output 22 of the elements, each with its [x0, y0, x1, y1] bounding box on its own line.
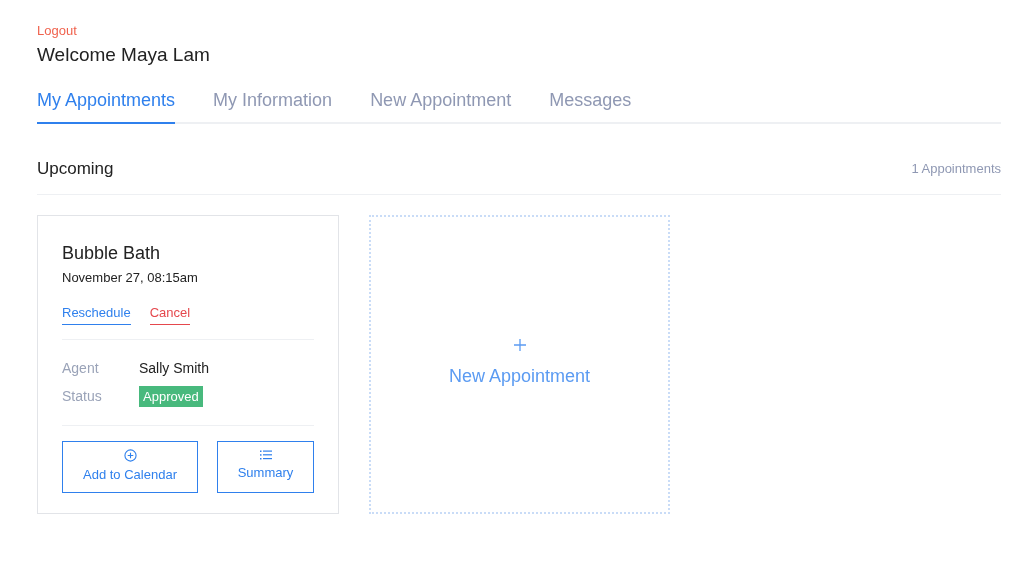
cancel-link[interactable]: Cancel	[149, 303, 191, 325]
list-icon	[259, 450, 272, 461]
tab[interactable]: Messages	[549, 87, 632, 124]
appointment-count: 1 Appointments	[911, 160, 1001, 178]
action-button[interactable]: Add to Calendar	[62, 440, 198, 493]
action-button[interactable]: Summary	[217, 440, 314, 493]
tab[interactable]: My Appointments	[37, 87, 176, 124]
plus-icon	[513, 338, 526, 351]
welcome-heading: Welcome Maya Lam	[37, 43, 211, 67]
appointment-datetime: November 27, 08:15am	[62, 268, 199, 287]
tab[interactable]: My Information	[213, 87, 333, 124]
plus-circle-icon	[123, 448, 137, 462]
field-label: Agent	[62, 359, 100, 378]
section-title: Upcoming	[37, 158, 114, 180]
logout-link[interactable]: Logout	[37, 22, 987, 40]
tab[interactable]: New Appointment	[370, 87, 512, 124]
status-badge: Approved	[139, 385, 203, 408]
field-label: Status	[62, 387, 103, 406]
new-appointment-card[interactable]: New Appointment	[369, 214, 670, 514]
appointment-title: Bubble Bath	[62, 241, 162, 264]
field-value: Sally Smith	[139, 359, 210, 378]
reschedule-link[interactable]: Reschedule	[62, 303, 131, 325]
